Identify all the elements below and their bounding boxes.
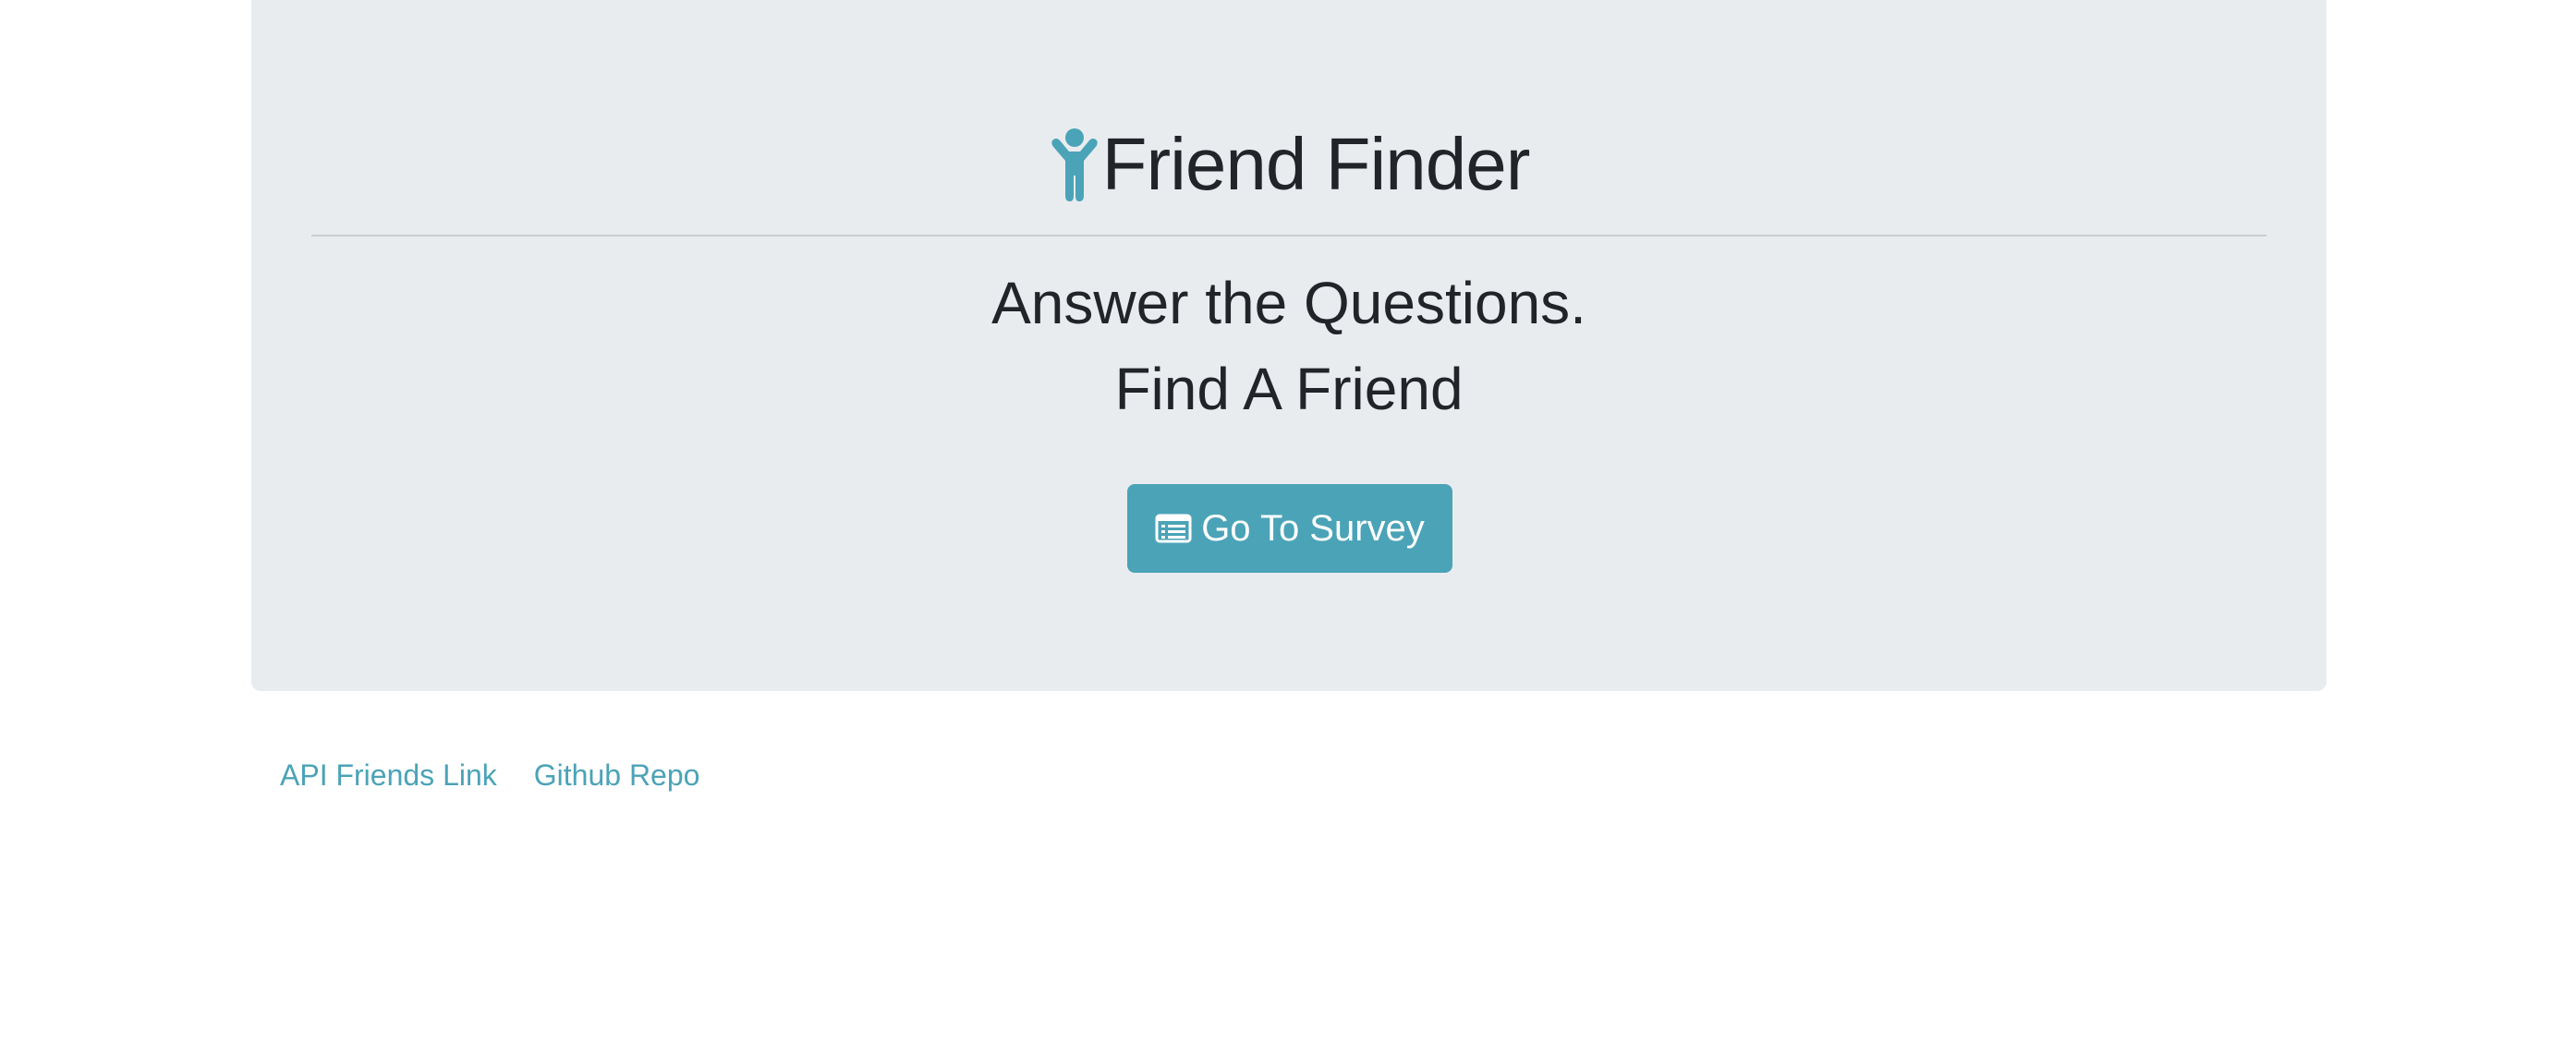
footer-links: API Friends Link Github Repo xyxy=(280,754,736,796)
tagline-line-1: Answer the Questions. xyxy=(991,270,1586,336)
divider xyxy=(311,235,2266,236)
jumbotron: Friend Finder Answer the Questions. Find… xyxy=(251,0,2327,691)
go-to-survey-button[interactable]: Go To Survey xyxy=(1127,484,1452,573)
list-alt-icon xyxy=(1155,514,1192,543)
page-title-row: Friend Finder xyxy=(251,118,2327,211)
tagline-line-2: Find A Friend xyxy=(1114,356,1464,422)
page: Friend Finder Answer the Questions. Find… xyxy=(0,0,2576,1055)
page-title: Friend Finder xyxy=(1101,123,1531,205)
go-to-survey-label: Go To Survey xyxy=(1201,507,1425,549)
github-repo-link[interactable]: Github Repo xyxy=(534,758,700,793)
api-friends-link[interactable]: API Friends Link xyxy=(280,758,497,793)
child-icon xyxy=(1049,127,1100,201)
